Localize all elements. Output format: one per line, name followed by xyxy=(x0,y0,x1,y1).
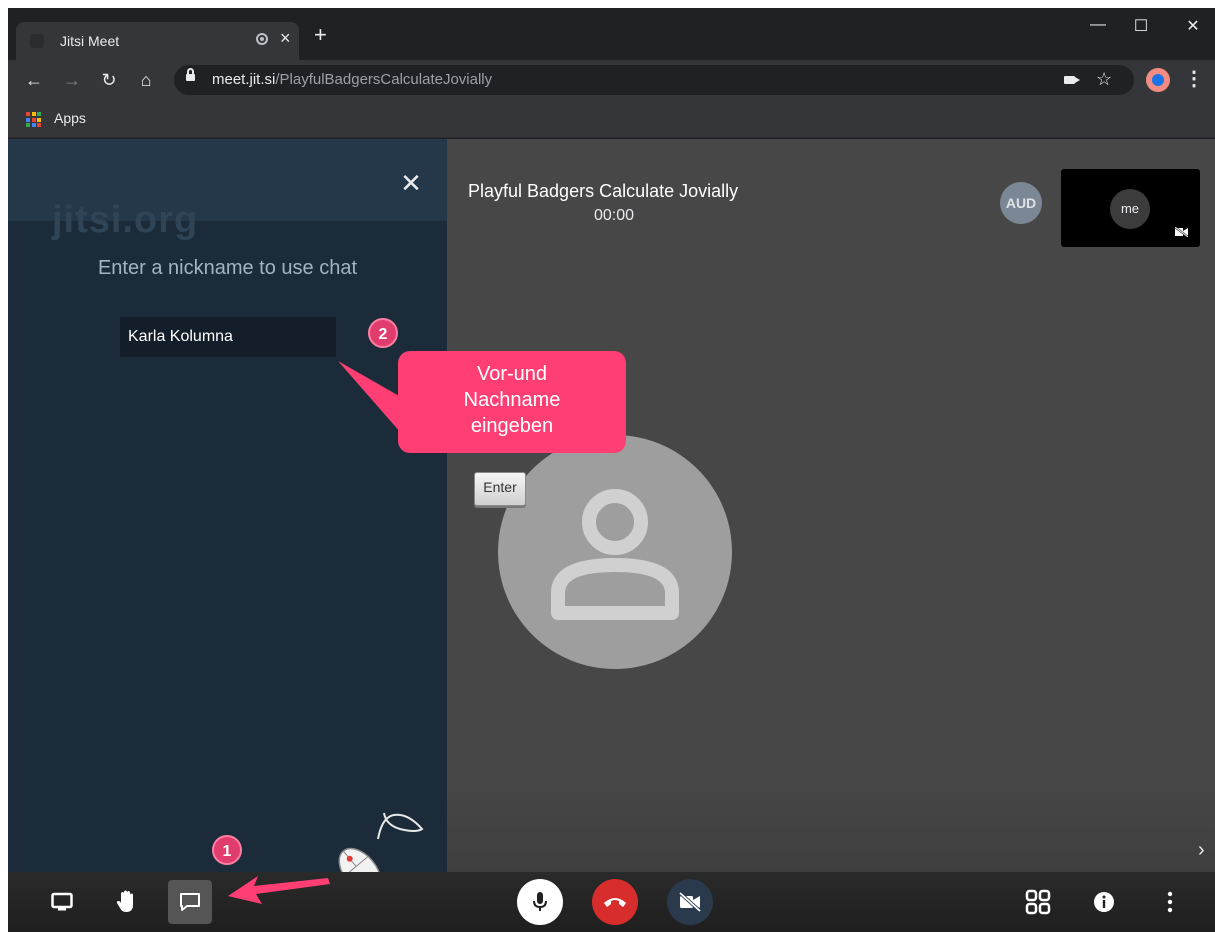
nickname-input[interactable] xyxy=(120,317,336,357)
annotation-arrow xyxy=(228,876,330,904)
favicon-icon xyxy=(30,34,44,48)
home-icon[interactable]: ⌂ xyxy=(134,68,158,92)
bookmark-star-icon[interactable]: ☆ xyxy=(1096,69,1112,90)
instruction-callout: Vor-und Nachname eingeben xyxy=(398,351,626,453)
bookmark-apps[interactable]: Apps xyxy=(54,110,86,126)
new-tab-icon[interactable]: + xyxy=(314,24,327,46)
browser-toolbar: ← → ↻ ⌂ meet.jit.si/PlayfulBadgersCalcul… xyxy=(8,60,1215,100)
camera-in-use-icon[interactable] xyxy=(1064,76,1080,84)
chat-close-button[interactable]: ✕ xyxy=(396,169,426,199)
hangup-button[interactable] xyxy=(592,879,638,925)
profile-avatar[interactable] xyxy=(1146,68,1170,92)
self-avatar: me xyxy=(1110,189,1150,229)
callout-line: Nachname xyxy=(463,389,561,411)
forward-icon[interactable]: → xyxy=(60,68,84,92)
chat-panel: jitsi.org ✕ Enter a nickname to use chat xyxy=(8,139,447,872)
tab-jitsi-meet[interactable]: Jitsi Meet × xyxy=(16,22,299,60)
browser-window: Jitsi Meet × + — ☐ ✕ ← → ↻ ⌂ meet.jit.si… xyxy=(8,8,1215,932)
screen-share-icon xyxy=(51,892,73,911)
filmstrip-toggle-icon[interactable]: › xyxy=(1198,839,1205,862)
raise-hand-icon xyxy=(116,890,133,912)
step-badge-1: 1 xyxy=(212,835,242,865)
bookmarks-bar: Apps xyxy=(8,100,1215,138)
window-close-icon[interactable]: ✕ xyxy=(1178,16,1208,36)
chat-icon xyxy=(180,893,200,911)
participant-avatar xyxy=(498,435,732,669)
url-text[interactable]: meet.jit.si/PlayfulBadgersCalculateJovia… xyxy=(212,71,492,88)
info-button[interactable] xyxy=(1082,880,1126,924)
reload-icon[interactable]: ↻ xyxy=(97,68,121,92)
info-icon xyxy=(1094,892,1114,912)
address-bar[interactable]: meet.jit.si/PlayfulBadgersCalculateJovia… xyxy=(174,65,1134,95)
jitsi-watermark: jitsi.org xyxy=(52,199,199,241)
tile-view-button[interactable] xyxy=(1016,880,1060,924)
step-badge-2: 2 xyxy=(368,318,398,348)
maximize-icon[interactable]: ☐ xyxy=(1126,16,1156,36)
meeting-timer: 00:00 xyxy=(594,207,635,224)
back-icon[interactable]: ← xyxy=(22,68,46,92)
self-view-thumbnail[interactable]: me xyxy=(1061,169,1200,247)
tab-close-icon[interactable]: × xyxy=(280,28,291,49)
meeting-view: jitsi.org ✕ Enter a nickname to use chat… xyxy=(8,139,1215,932)
browser-menu-icon[interactable]: ⋮ xyxy=(1184,66,1204,91)
camera-toggle-button[interactable] xyxy=(667,879,713,925)
microphone-icon xyxy=(533,892,547,911)
lock-icon[interactable] xyxy=(186,68,195,81)
apps-grid-icon[interactable] xyxy=(26,112,41,127)
meeting-title: Playful Badgers Calculate Jovially xyxy=(468,181,739,201)
camera-off-icon xyxy=(1175,227,1188,237)
remote-participant-avatar[interactable]: AUD xyxy=(1000,182,1042,224)
more-options-button[interactable] xyxy=(1148,880,1192,924)
chat-button[interactable] xyxy=(168,880,212,924)
microphone-button[interactable] xyxy=(517,879,563,925)
more-icon xyxy=(1167,891,1173,913)
nickname-prompt: Enter a nickname to use chat xyxy=(97,257,358,279)
callout-line: Vor-und xyxy=(476,363,548,385)
enter-key-illustration: Enter xyxy=(474,472,526,506)
tile-view-icon xyxy=(1025,889,1051,915)
user-silhouette-icon xyxy=(551,489,679,620)
meeting-toolbar xyxy=(8,872,1215,932)
camera-off-icon xyxy=(678,892,702,912)
tab-bar: Jitsi Meet × + — ☐ ✕ xyxy=(8,8,1215,60)
recording-indicator-icon xyxy=(256,33,268,45)
raise-hand-button[interactable] xyxy=(104,880,148,924)
screen-share-button[interactable] xyxy=(40,880,84,924)
hangup-icon xyxy=(604,898,626,907)
tab-title: Jitsi Meet xyxy=(60,33,120,49)
callout-line: eingeben xyxy=(470,415,554,437)
minimize-icon[interactable]: — xyxy=(1083,16,1113,34)
